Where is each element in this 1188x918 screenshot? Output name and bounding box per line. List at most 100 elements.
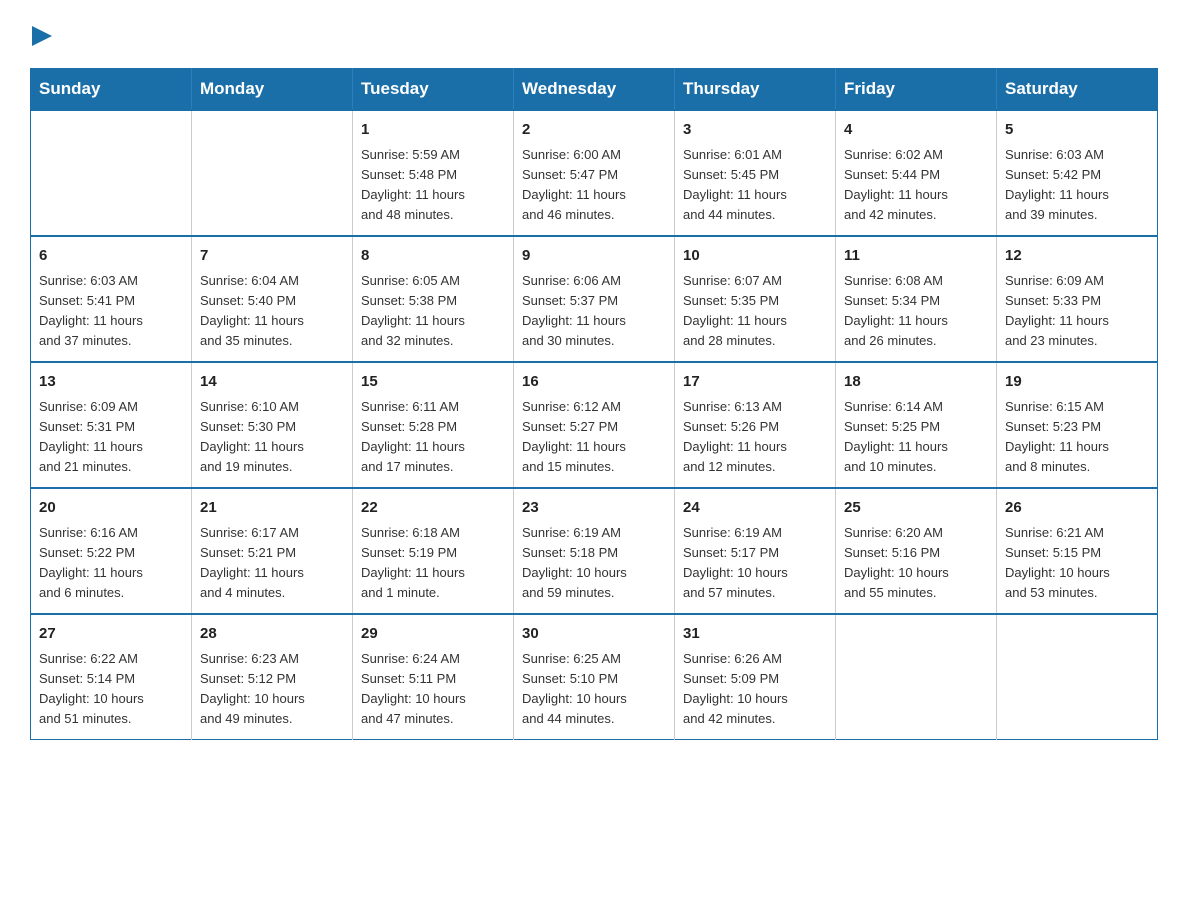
day-info: Sunrise: 6:04 AM Sunset: 5:40 PM Dayligh… (200, 271, 344, 352)
day-info: Sunrise: 6:19 AM Sunset: 5:18 PM Dayligh… (522, 523, 666, 604)
day-info: Sunrise: 6:02 AM Sunset: 5:44 PM Dayligh… (844, 145, 988, 226)
weekday-header-sunday: Sunday (31, 69, 192, 111)
day-number: 7 (200, 245, 344, 268)
page-header (30, 20, 1158, 50)
day-info: Sunrise: 6:21 AM Sunset: 5:15 PM Dayligh… (1005, 523, 1149, 604)
logo (30, 20, 52, 50)
day-info: Sunrise: 6:03 AM Sunset: 5:41 PM Dayligh… (39, 271, 183, 352)
day-info: Sunrise: 6:19 AM Sunset: 5:17 PM Dayligh… (683, 523, 827, 604)
day-info: Sunrise: 6:18 AM Sunset: 5:19 PM Dayligh… (361, 523, 505, 604)
calendar-cell: 6 Sunrise: 6:03 AM Sunset: 5:41 PM Daylig… (31, 236, 192, 362)
calendar-cell: 17 Sunrise: 6:13 AM Sunset: 5:26 PM Dayli… (675, 362, 836, 488)
day-number: 6 (39, 245, 183, 268)
weekday-header-monday: Monday (192, 69, 353, 111)
day-info: Sunrise: 6:06 AM Sunset: 5:37 PM Dayligh… (522, 271, 666, 352)
weekday-header-friday: Friday (836, 69, 997, 111)
day-number: 20 (39, 497, 183, 520)
logo-arrow-icon (32, 26, 52, 46)
calendar-cell: 22 Sunrise: 6:18 AM Sunset: 5:19 PM Dayli… (353, 488, 514, 614)
day-info: Sunrise: 6:14 AM Sunset: 5:25 PM Dayligh… (844, 397, 988, 478)
calendar-cell: 21 Sunrise: 6:17 AM Sunset: 5:21 PM Dayli… (192, 488, 353, 614)
day-info: Sunrise: 6:07 AM Sunset: 5:35 PM Dayligh… (683, 271, 827, 352)
day-number: 27 (39, 623, 183, 646)
day-number: 21 (200, 497, 344, 520)
day-number: 11 (844, 245, 988, 268)
calendar-cell: 30 Sunrise: 6:25 AM Sunset: 5:10 PM Dayli… (514, 614, 675, 740)
calendar-cell: 18 Sunrise: 6:14 AM Sunset: 5:25 PM Dayli… (836, 362, 997, 488)
weekday-header-thursday: Thursday (675, 69, 836, 111)
day-number: 30 (522, 623, 666, 646)
calendar-cell: 20Sunrise: 6:16 AM Sunset: 5:22 PM Dayli… (31, 488, 192, 614)
day-number: 8 (361, 245, 505, 268)
day-number: 15 (361, 371, 505, 394)
weekday-header-saturday: Saturday (997, 69, 1158, 111)
calendar-cell: 13Sunrise: 6:09 AM Sunset: 5:31 PM Dayli… (31, 362, 192, 488)
calendar-cell (31, 110, 192, 236)
day-number: 14 (200, 371, 344, 394)
calendar-cell: 2 Sunrise: 6:00 AM Sunset: 5:47 PM Daylig… (514, 110, 675, 236)
day-number: 9 (522, 245, 666, 268)
day-number: 16 (522, 371, 666, 394)
day-info: Sunrise: 6:23 AM Sunset: 5:12 PM Dayligh… (200, 649, 344, 730)
calendar-cell: 3 Sunrise: 6:01 AM Sunset: 5:45 PM Daylig… (675, 110, 836, 236)
day-info: Sunrise: 6:25 AM Sunset: 5:10 PM Dayligh… (522, 649, 666, 730)
day-info: Sunrise: 6:09 AM Sunset: 5:33 PM Dayligh… (1005, 271, 1149, 352)
calendar-week-1: 1 Sunrise: 5:59 AM Sunset: 5:48 PM Daylig… (31, 110, 1158, 236)
day-info: Sunrise: 6:03 AM Sunset: 5:42 PM Dayligh… (1005, 145, 1149, 226)
day-info: Sunrise: 6:22 AM Sunset: 5:14 PM Dayligh… (39, 649, 183, 730)
day-number: 3 (683, 119, 827, 142)
day-number: 25 (844, 497, 988, 520)
calendar-cell: 11Sunrise: 6:08 AM Sunset: 5:34 PM Dayli… (836, 236, 997, 362)
calendar-cell: 8 Sunrise: 6:05 AM Sunset: 5:38 PM Daylig… (353, 236, 514, 362)
calendar-cell: 24 Sunrise: 6:19 AM Sunset: 5:17 PM Dayli… (675, 488, 836, 614)
calendar-cell: 12 Sunrise: 6:09 AM Sunset: 5:33 PM Dayli… (997, 236, 1158, 362)
day-info: Sunrise: 6:12 AM Sunset: 5:27 PM Dayligh… (522, 397, 666, 478)
calendar-cell: 7 Sunrise: 6:04 AM Sunset: 5:40 PM Daylig… (192, 236, 353, 362)
day-number: 23 (522, 497, 666, 520)
calendar-cell: 19Sunrise: 6:15 AM Sunset: 5:23 PM Dayli… (997, 362, 1158, 488)
day-number: 22 (361, 497, 505, 520)
day-number: 17 (683, 371, 827, 394)
day-info: Sunrise: 6:10 AM Sunset: 5:30 PM Dayligh… (200, 397, 344, 478)
logo-general (30, 20, 52, 48)
day-info: Sunrise: 6:13 AM Sunset: 5:26 PM Dayligh… (683, 397, 827, 478)
day-number: 26 (1005, 497, 1149, 520)
calendar-cell: 15 Sunrise: 6:11 AM Sunset: 5:28 PM Dayli… (353, 362, 514, 488)
calendar-week-4: 20Sunrise: 6:16 AM Sunset: 5:22 PM Dayli… (31, 488, 1158, 614)
day-number: 4 (844, 119, 988, 142)
calendar-cell: 26 Sunrise: 6:21 AM Sunset: 5:15 PM Dayli… (997, 488, 1158, 614)
day-number: 31 (683, 623, 827, 646)
day-info: Sunrise: 6:09 AM Sunset: 5:31 PM Dayligh… (39, 397, 183, 478)
calendar-cell: 4 Sunrise: 6:02 AM Sunset: 5:44 PM Daylig… (836, 110, 997, 236)
day-info: Sunrise: 6:20 AM Sunset: 5:16 PM Dayligh… (844, 523, 988, 604)
calendar-cell: 27 Sunrise: 6:22 AM Sunset: 5:14 PM Dayli… (31, 614, 192, 740)
day-number: 5 (1005, 119, 1149, 142)
calendar-cell: 1 Sunrise: 5:59 AM Sunset: 5:48 PM Daylig… (353, 110, 514, 236)
calendar-cell: 28 Sunrise: 6:23 AM Sunset: 5:12 PM Dayli… (192, 614, 353, 740)
day-info: Sunrise: 6:11 AM Sunset: 5:28 PM Dayligh… (361, 397, 505, 478)
day-number: 12 (1005, 245, 1149, 268)
day-info: Sunrise: 6:00 AM Sunset: 5:47 PM Dayligh… (522, 145, 666, 226)
day-number: 29 (361, 623, 505, 646)
day-info: Sunrise: 5:59 AM Sunset: 5:48 PM Dayligh… (361, 145, 505, 226)
calendar-week-3: 13Sunrise: 6:09 AM Sunset: 5:31 PM Dayli… (31, 362, 1158, 488)
weekday-header-tuesday: Tuesday (353, 69, 514, 111)
day-info: Sunrise: 6:01 AM Sunset: 5:45 PM Dayligh… (683, 145, 827, 226)
calendar-cell: 9 Sunrise: 6:06 AM Sunset: 5:37 PM Daylig… (514, 236, 675, 362)
calendar-week-2: 6 Sunrise: 6:03 AM Sunset: 5:41 PM Daylig… (31, 236, 1158, 362)
calendar-cell: 31 Sunrise: 6:26 AM Sunset: 5:09 PM Dayli… (675, 614, 836, 740)
day-info: Sunrise: 6:26 AM Sunset: 5:09 PM Dayligh… (683, 649, 827, 730)
day-number: 1 (361, 119, 505, 142)
calendar-cell: 10Sunrise: 6:07 AM Sunset: 5:35 PM Dayli… (675, 236, 836, 362)
day-number: 19 (1005, 371, 1149, 394)
day-number: 18 (844, 371, 988, 394)
day-info: Sunrise: 6:05 AM Sunset: 5:38 PM Dayligh… (361, 271, 505, 352)
calendar-cell (997, 614, 1158, 740)
day-number: 24 (683, 497, 827, 520)
calendar-table: SundayMondayTuesdayWednesdayThursdayFrid… (30, 68, 1158, 740)
calendar-cell: 25 Sunrise: 6:20 AM Sunset: 5:16 PM Dayli… (836, 488, 997, 614)
day-number: 28 (200, 623, 344, 646)
day-info: Sunrise: 6:17 AM Sunset: 5:21 PM Dayligh… (200, 523, 344, 604)
calendar-cell: 14 Sunrise: 6:10 AM Sunset: 5:30 PM Dayli… (192, 362, 353, 488)
day-number: 2 (522, 119, 666, 142)
